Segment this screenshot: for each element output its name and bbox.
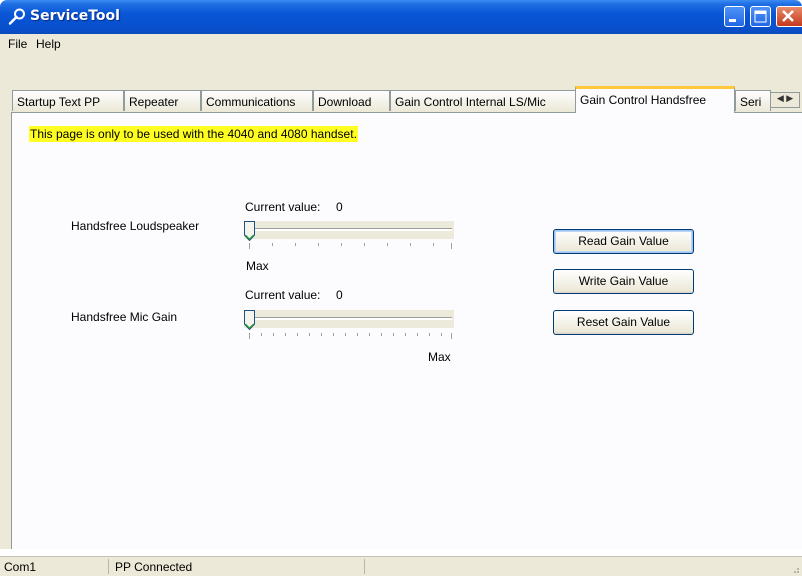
read-gain-button[interactable]: Read Gain Value <box>553 229 694 254</box>
close-icon <box>782 10 794 22</box>
loudspeaker-ticks <box>249 243 452 249</box>
tab-label: Repeater <box>129 95 179 109</box>
tab-label: Gain Control Handsfree <box>580 93 707 107</box>
maximize-icon <box>754 10 767 23</box>
loudspeaker-slider-thumb[interactable] <box>244 221 255 241</box>
menu-help[interactable]: Help <box>36 37 61 51</box>
menu-bar: File Help <box>0 34 802 54</box>
tab-download[interactable]: Download <box>313 90 390 111</box>
loudspeaker-current-value: 0 <box>336 200 343 214</box>
mic-current-value: 0 <box>336 288 343 302</box>
tab-label: Gain Control Internal LS/Mic <box>395 95 546 109</box>
write-gain-button[interactable]: Write Gain Value <box>553 269 694 294</box>
mic-gain-ticks <box>249 333 452 339</box>
tab-label: Communications <box>206 95 296 109</box>
menu-file[interactable]: File <box>8 37 27 51</box>
loudspeaker-current-label: Current value: <box>245 200 321 214</box>
slider-track <box>248 228 452 231</box>
close-button[interactable] <box>776 6 802 27</box>
status-divider <box>364 559 365 574</box>
tab-startup-text-pp[interactable]: Startup Text PP <box>12 90 124 111</box>
tab-scroll-buttons[interactable]: ◀ ▶ <box>770 92 800 108</box>
tab-serial[interactable]: Seri <box>735 90 771 111</box>
window-title: ServiceTool <box>30 8 120 24</box>
mic-gain-label: Handsfree Mic Gain <box>71 310 178 324</box>
chevron-right-icon[interactable]: ▶ <box>786 93 793 103</box>
minimize-button[interactable] <box>724 6 745 27</box>
tab-label: Download <box>318 95 372 109</box>
title-bar[interactable]: ServiceTool <box>0 0 802 34</box>
loudspeaker-label: Handsfree Loudspeaker <box>71 219 200 233</box>
window-frame-left <box>0 54 11 549</box>
loudspeaker-slider[interactable] <box>244 221 454 239</box>
mic-current-label: Current value: <box>245 288 321 302</box>
tab-communications[interactable]: Communications <box>201 90 313 111</box>
slider-track <box>248 317 452 320</box>
minimize-icon <box>729 19 736 22</box>
maximize-button[interactable] <box>750 6 771 27</box>
mic-gain-slider-thumb[interactable] <box>244 310 255 330</box>
reset-gain-button[interactable]: Reset Gain Value <box>553 310 694 335</box>
tab-label: Seri <box>740 95 762 109</box>
chevron-left-icon[interactable]: ◀ <box>777 93 784 103</box>
tab-repeater[interactable]: Repeater <box>124 90 201 111</box>
warning-text: This page is only to be used with the 40… <box>29 126 358 142</box>
mic-gain-slider[interactable] <box>244 310 454 328</box>
resize-grip-icon[interactable] <box>788 562 800 574</box>
tab-label: Startup Text PP <box>17 95 101 109</box>
status-bar: Com1 PP Connected <box>0 556 802 576</box>
status-divider <box>108 559 109 574</box>
loudspeaker-max-label: Max <box>246 259 269 273</box>
status-connection: PP Connected <box>115 560 193 574</box>
tab-gain-control-handsfree[interactable]: Gain Control Handsfree <box>575 86 735 113</box>
mic-gain-max-label: Max <box>428 350 451 364</box>
status-port: Com1 <box>4 560 37 574</box>
wrench-icon <box>8 8 25 25</box>
tab-gain-control-internal[interactable]: Gain Control Internal LS/Mic <box>390 90 576 111</box>
